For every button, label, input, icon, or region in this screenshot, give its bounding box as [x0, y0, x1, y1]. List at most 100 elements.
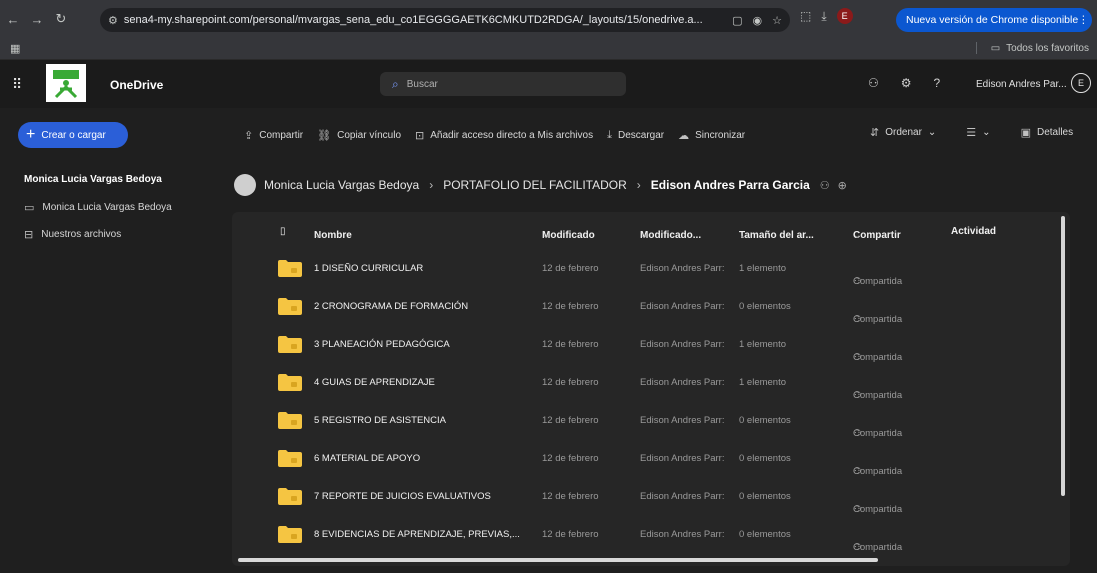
modified-date: 12 de febrero	[542, 491, 599, 502]
back-icon[interactable]: ←	[2, 8, 24, 30]
download-label: Descargar	[617, 129, 665, 141]
nav-item-shared-files[interactable]: ⊟ Nuestros archivos	[24, 228, 121, 241]
folder-icon	[278, 260, 302, 277]
avatar[interactable]: E	[1071, 73, 1091, 93]
search-box[interactable]: ⌕ Buscar	[380, 72, 626, 96]
app-name[interactable]: OneDrive	[110, 78, 163, 92]
settings-gear-icon[interactable]: ⚙	[901, 76, 912, 90]
nav-item-label: Nuestros archivos	[41, 229, 122, 240]
create-upload-label: Crear o cargar	[41, 129, 106, 141]
sena-logo[interactable]	[46, 64, 86, 102]
sync-label: Sincronizar	[695, 129, 746, 141]
modified-by[interactable]: Edison Andres Parr:	[640, 339, 725, 350]
site-settings-icon[interactable]: ⚙	[108, 14, 118, 27]
modified-by[interactable]: Edison Andres Parr:	[640, 301, 725, 312]
share-label: Compartir	[259, 129, 304, 141]
people-icon[interactable]: ⚇	[868, 76, 879, 90]
details-button[interactable]: ▣ Detalles	[1021, 126, 1074, 139]
download-icon: ⤓	[607, 128, 612, 141]
modified-by[interactable]: Edison Andres Parr:	[640, 453, 725, 464]
extensions-icon[interactable]: ⬚	[800, 9, 811, 23]
all-bookmarks-label: Todos los favoritos	[1006, 42, 1089, 54]
item-count: 0 elementos	[739, 529, 791, 540]
file-name[interactable]: 5 REGISTRO DE ASISTENCIA	[314, 415, 446, 426]
column-activity[interactable]: Actividad	[951, 226, 996, 237]
app-header: ⠿ OneDrive ⌕ Buscar ⚇ ⚙ ? Edison Andres …	[0, 60, 1097, 108]
chevron-down-icon: ⌄	[927, 127, 937, 138]
view-icon[interactable]: ◉	[753, 14, 763, 27]
table-row[interactable]: 1 DISEÑO CURRICULAR 12 de febrero Edison…	[232, 250, 1070, 288]
folder-icon	[278, 374, 302, 391]
file-name[interactable]: 4 GUIAS DE APRENDIZAJE	[314, 377, 435, 388]
table-row[interactable]: 3 PLANEACIÓN PEDAGÓGICA 12 de febrero Ed…	[232, 326, 1070, 364]
breadcrumb-item[interactable]: Monica Lucia Vargas Bedoya	[264, 178, 419, 192]
horizontal-scrollbar[interactable]	[238, 558, 878, 562]
share-button[interactable]: ⇪ Compartir	[244, 129, 303, 142]
table-row[interactable]: 6 MATERIAL DE APOYO 12 de febrero Edison…	[232, 440, 1070, 478]
file-name[interactable]: 7 REPORTE DE JUICIOS EVALUATIVOS	[314, 491, 491, 502]
file-name[interactable]: 3 PLANEACIÓN PEDAGÓGICA	[314, 339, 450, 350]
shared-people-icon[interactable]: ⚇	[820, 179, 830, 192]
download-icon[interactable]: ⤓	[821, 9, 826, 24]
folder-outline-icon: ▭	[24, 202, 35, 214]
item-count: 1 elemento	[739, 377, 787, 388]
item-count: 0 elementos	[739, 491, 791, 502]
profile-icon[interactable]: E	[836, 8, 853, 24]
file-name[interactable]: 1 DISEÑO CURRICULAR	[314, 263, 423, 274]
breadcrumb-current: Edison Andres Parra Garcia	[650, 178, 810, 192]
list-view-icon: ☰	[966, 127, 977, 139]
sort-button[interactable]: ⇵ Ordenar ⌄	[870, 126, 936, 139]
create-upload-button[interactable]: + Crear o cargar	[18, 122, 128, 148]
bookmarks-bar: ▦ ▭ Todos los favoritos	[0, 38, 1097, 60]
copy-link-label: Copiar vínculo	[337, 129, 402, 141]
breadcrumb-item[interactable]: PORTAFOLIO DEL FACILITADOR	[443, 178, 627, 192]
breadcrumb: Monica Lucia Vargas Bedoya › PORTAFOLIO …	[234, 174, 847, 196]
search-icon: ⌕	[392, 76, 399, 91]
view-options-button[interactable]: ☰ ⌄	[966, 126, 990, 139]
table-row[interactable]: 4 GUIAS DE APRENDIZAJE 12 de febrero Edi…	[232, 364, 1070, 402]
all-bookmarks-button[interactable]: ▭ Todos los favoritos	[975, 42, 1089, 54]
table-row[interactable]: 7 REPORTE DE JUICIOS EVALUATIVOS 12 de f…	[232, 478, 1070, 516]
file-name[interactable]: 8 EVIDENCIAS DE APRENDIZAJE, PREVIAS,...	[314, 529, 520, 540]
modified-by[interactable]: Edison Andres Parr:	[640, 377, 725, 388]
add-shortcut-button[interactable]: ⊡ Añadir acceso directo a Mis archivos	[415, 129, 593, 142]
folder-icon	[278, 336, 302, 353]
file-name[interactable]: 6 MATERIAL DE APOYO	[314, 453, 420, 464]
download-button[interactable]: ⤓ Descargar	[607, 129, 664, 142]
open-in-app-icon[interactable]: ▢	[732, 14, 742, 27]
reload-icon[interactable]: ↻	[50, 8, 72, 30]
app-launcher-icon[interactable]: ⠿	[12, 76, 22, 93]
modified-by[interactable]: Edison Andres Parr:	[640, 263, 725, 274]
bookmark-star-icon[interactable]: ☆	[772, 14, 782, 27]
nav-item-library[interactable]: ▭ Monica Lucia Vargas Bedoya	[24, 201, 172, 214]
item-count: 0 elementos	[739, 453, 791, 464]
item-count: 0 elementos	[739, 415, 791, 426]
forward-icon[interactable]: →	[26, 8, 48, 30]
sync-button[interactable]: ☁ Sincronizar	[678, 129, 745, 142]
url-text[interactable]: sena4-my.sharepoint.com/personal/mvargas…	[124, 14, 726, 26]
globe-icon[interactable]: ⊕	[838, 179, 847, 192]
folder-icon	[278, 526, 302, 543]
table-row[interactable]: 2 CRONOGRAMA DE FORMACIÓN 12 de febrero …	[232, 288, 1070, 326]
help-icon[interactable]: ?	[934, 76, 941, 90]
address-bar[interactable]: ⚙ sena4-my.sharepoint.com/personal/mvarg…	[100, 8, 790, 32]
modified-by[interactable]: Edison Andres Parr:	[640, 415, 725, 426]
folder-icon	[278, 298, 302, 315]
vertical-scrollbar[interactable]	[1061, 216, 1065, 496]
search-placeholder[interactable]: Buscar	[407, 79, 438, 90]
modified-by[interactable]: Edison Andres Parr:	[640, 529, 725, 540]
view-controls: ⇵ Ordenar ⌄ ☰ ⌄ ▣ Detalles	[870, 126, 1087, 139]
shortcut-icon: ⊡	[415, 129, 425, 142]
update-chrome-button[interactable]: Nueva versión de Chrome disponible ⋮	[896, 8, 1092, 32]
table-row[interactable]: 8 EVIDENCIAS DE APRENDIZAJE, PREVIAS,...…	[232, 516, 1070, 554]
apps-grid-icon[interactable]: ▦	[10, 42, 20, 55]
user-name[interactable]: Edison Andres Par...	[976, 79, 1067, 90]
file-type-icon[interactable]: ▯	[280, 226, 286, 237]
modified-date: 12 de febrero	[542, 301, 599, 312]
copy-link-button[interactable]: ⛓ Copiar vínculo	[317, 129, 401, 142]
file-list: ▯ Nombre ⌄ Modificado ⌄ Modificado... ⌄ …	[232, 212, 1070, 566]
modified-by[interactable]: Edison Andres Parr:	[640, 491, 725, 502]
table-row[interactable]: 5 REGISTRO DE ASISTENCIA 12 de febrero E…	[232, 402, 1070, 440]
file-name[interactable]: 2 CRONOGRAMA DE FORMACIÓN	[314, 301, 468, 312]
kebab-menu-icon[interactable]: ⋮	[1078, 14, 1089, 26]
